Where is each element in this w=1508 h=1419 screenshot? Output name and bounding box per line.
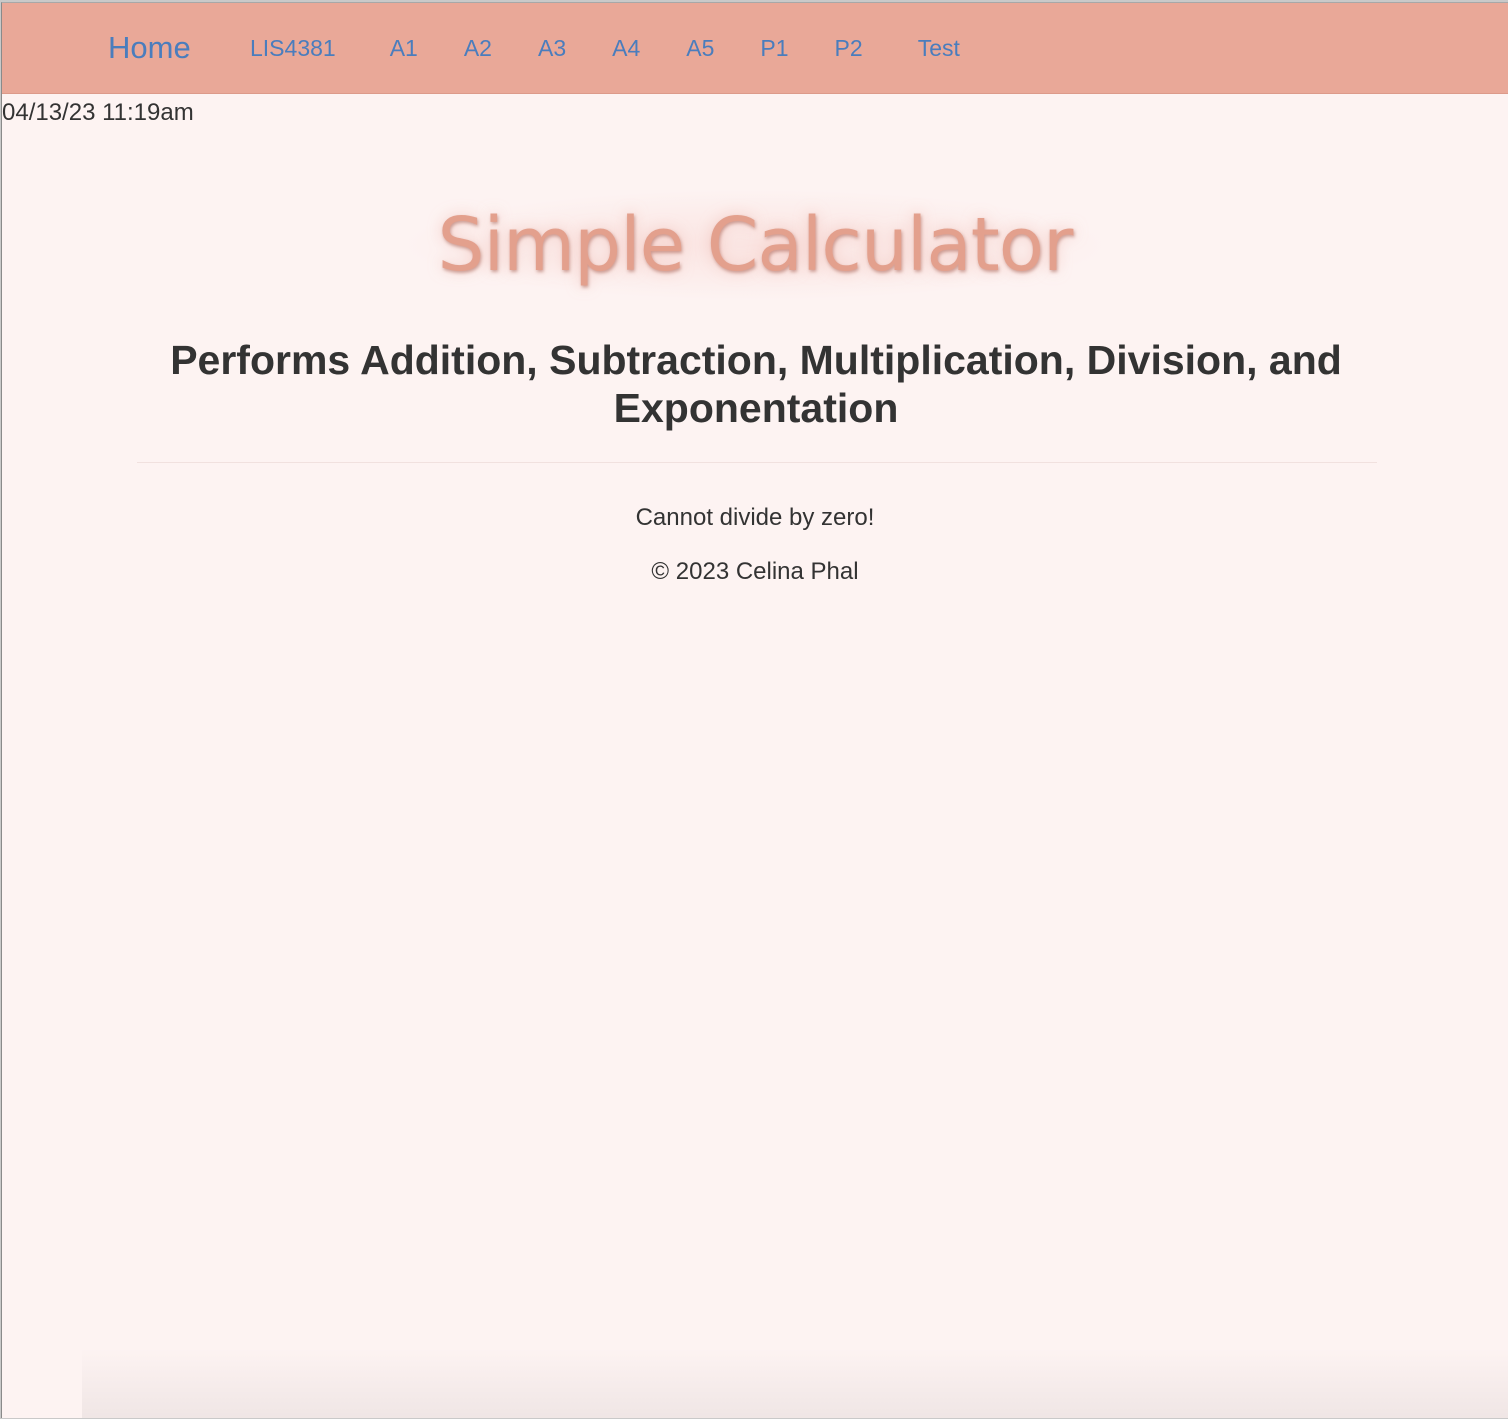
nav-item-lis4381: LIS4381: [230, 3, 356, 94]
nav-link-test[interactable]: Test: [886, 3, 983, 94]
nav-link-a1[interactable]: A1: [356, 3, 441, 94]
nav-link-a5[interactable]: A5: [663, 3, 737, 94]
nav-home-link[interactable]: Home: [108, 30, 191, 66]
nav-item-a2: A2: [441, 3, 515, 94]
nav-links: LIS4381 A1 A2 A3 A4 A5 P1 P2 Test: [230, 3, 983, 94]
divider: [137, 462, 1377, 463]
navbar: Home LIS4381 A1 A2 A3 A4 A5 P1 P2 Test: [2, 3, 1508, 94]
nav-item-a5: A5: [663, 3, 737, 94]
nav-link-p2[interactable]: P2: [812, 3, 886, 94]
footer-copyright: © 2023 Celina Phal: [651, 558, 859, 585]
nav-item-test: Test: [886, 3, 983, 94]
nav-item-a4: A4: [589, 3, 663, 94]
nav-item-a3: A3: [515, 3, 589, 94]
nav-link-p1[interactable]: P1: [737, 3, 811, 94]
bottom-shade: [82, 1348, 1508, 1418]
nav-link-a3[interactable]: A3: [515, 3, 589, 94]
nav-item-p2: P2: [812, 3, 886, 94]
timestamp: 04/13/23 11:19am: [2, 99, 194, 126]
title-glow: Simple Calculator: [397, 189, 1113, 301]
browser-viewport: Home LIS4381 A1 A2 A3 A4 A5 P1 P2 Test 0…: [1, 2, 1508, 1418]
page-subtitle: Performs Addition, Subtraction, Multipli…: [170, 337, 1342, 431]
nav-item-p1: P1: [737, 3, 811, 94]
page-title: Simple Calculator: [437, 202, 1074, 288]
nav-item-a1: A1: [356, 3, 441, 94]
title-area: Simple Calculator: [2, 189, 1508, 301]
nav-link-a2[interactable]: A2: [441, 3, 515, 94]
nav-link-a4[interactable]: A4: [589, 3, 663, 94]
error-message: Cannot divide by zero!: [635, 504, 875, 531]
nav-link-lis4381[interactable]: LIS4381: [230, 3, 356, 94]
